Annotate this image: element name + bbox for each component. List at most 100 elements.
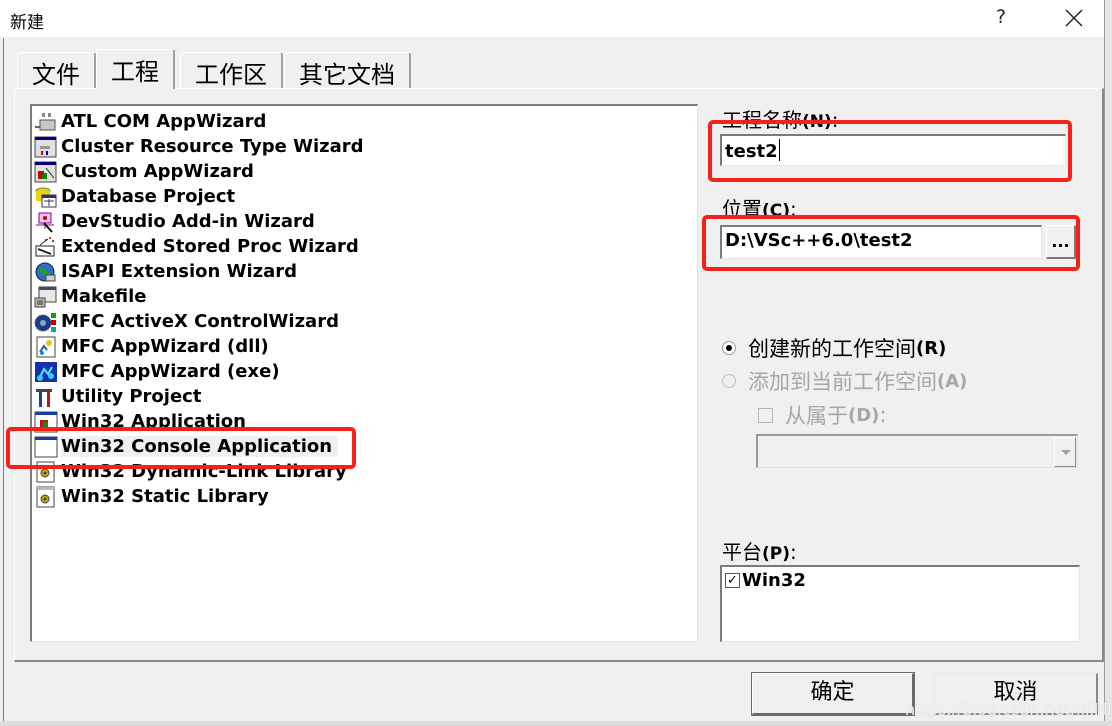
cluster-resource-icon: [34, 136, 58, 158]
project-name-value: test2: [725, 141, 778, 162]
globe-icon: [34, 261, 58, 283]
list-item-label: Extended Stored Proc Wizard: [61, 236, 359, 257]
list-item-atl-com-appwizard[interactable]: ATL COM AppWizard: [34, 109, 266, 134]
list-item-label: Win32 Dynamic-Link Library: [61, 461, 347, 482]
radio-add-to-current-workspace[interactable]: 添加到当前工作空间 (A): [722, 366, 967, 396]
list-item-label: MFC AppWizard (exe): [61, 361, 280, 382]
accelerator-key: (C): [762, 201, 791, 221]
window-right-border: [1104, 0, 1112, 726]
radio-label: 添加到当前工作空间: [748, 370, 937, 394]
list-item-label: Win32 Static Library: [61, 486, 269, 507]
chevron-down-icon[interactable]: [1054, 437, 1076, 467]
list-item-label: DevStudio Add-in Wizard: [61, 211, 315, 232]
accelerator-key: (P): [762, 544, 790, 564]
label-suffix: :: [790, 540, 797, 564]
list-item-mfc-activex-controlwizard[interactable]: MFC ActiveX ControlWizard: [34, 309, 339, 334]
close-icon: [1065, 9, 1083, 27]
list-item-win32-console-application[interactable]: Win32 Console Application: [34, 434, 339, 459]
accelerator-key: (D): [848, 404, 880, 426]
list-item-label: ISAPI Extension Wizard: [61, 261, 298, 282]
list-item-label: Win32 Console Application: [61, 436, 339, 457]
utility-icon: [34, 386, 58, 408]
list-item-label: Win32 Application: [61, 411, 246, 432]
console-window-icon: [34, 436, 58, 458]
tab-projects[interactable]: 工程: [96, 49, 175, 89]
list-item-custom-appwizard[interactable]: Custom AppWizard: [34, 159, 254, 184]
text-caret: [778, 139, 780, 161]
ok-button[interactable]: 确定: [751, 672, 915, 716]
list-item-makefile[interactable]: Makefile: [34, 284, 146, 309]
list-item-extended-stored-proc-wizard[interactable]: Extended Stored Proc Wizard: [34, 234, 359, 259]
label-suffix: :: [790, 197, 797, 221]
label-text: 工程名称: [722, 108, 802, 132]
tab-workspaces[interactable]: 工作区: [180, 52, 283, 89]
list-item-isapi-extension-wizard[interactable]: ISAPI Extension Wizard: [34, 259, 297, 284]
platform-list[interactable]: ✓ Win32: [720, 565, 1080, 642]
platform-item-label: Win32: [742, 570, 806, 591]
list-item-label: Utility Project: [61, 386, 202, 407]
list-item-win32-dynamic-link-library[interactable]: Win32 Dynamic-Link Library: [34, 459, 347, 484]
location-value: D:\VSc++6.0\test2: [725, 230, 913, 251]
static-lib-icon: [34, 486, 58, 508]
list-item-label: ATL COM AppWizard: [61, 111, 267, 132]
list-item-label: Cluster Resource Type Wizard: [61, 136, 364, 157]
location-input[interactable]: D:\VSc++6.0\test2: [720, 225, 1042, 259]
accelerator-key: (N): [802, 112, 832, 132]
project-type-list[interactable]: ATL COM AppWizard Cluster Resource Type …: [30, 104, 698, 642]
dll-icon: [34, 461, 58, 483]
label-text: 位置: [722, 197, 762, 221]
list-item-label: Custom AppWizard: [61, 161, 254, 182]
checkbox-unchecked-icon: [758, 407, 773, 423]
cancel-button[interactable]: 取消: [934, 673, 1098, 715]
database-icon: [34, 186, 58, 208]
win32-app-icon: [34, 411, 58, 433]
list-item-win32-static-library[interactable]: Win32 Static Library: [34, 484, 269, 509]
stored-proc-icon: [34, 236, 58, 258]
help-button[interactable]: ?: [996, 6, 1006, 28]
list-item-label: MFC AppWizard (dll): [61, 336, 269, 357]
checkmark-icon[interactable]: ✓: [725, 573, 740, 588]
label-suffix: :: [879, 403, 887, 427]
accelerator-key: (R): [916, 337, 947, 359]
custom-appwizard-icon: [34, 161, 58, 183]
list-item-devstudio-addin-wizard[interactable]: DevStudio Add-in Wizard: [34, 209, 315, 234]
window-left-border: [3, 38, 4, 726]
checkbox-dependency-of[interactable]: 从属于 (D):: [758, 400, 886, 430]
radio-label: 创建新的工作空间: [748, 337, 916, 361]
list-item-mfc-appwizard-exe[interactable]: MFC AppWizard (exe): [34, 359, 280, 384]
mfc-dll-icon: [34, 336, 58, 358]
browse-button[interactable]: ...: [1046, 225, 1076, 259]
accelerator-key: (A): [937, 370, 968, 392]
list-item-label: Makefile: [61, 286, 147, 307]
project-name-label: 工程名称(N):: [722, 104, 839, 133]
window-bottom-shadow: [0, 721, 1112, 726]
platform-item-win32[interactable]: ✓ Win32: [725, 570, 806, 591]
mfc-exe-icon: [34, 361, 58, 383]
radio-checked-icon: [722, 341, 736, 355]
platform-label: 平台(P):: [722, 536, 797, 565]
radio-unchecked-icon: [722, 374, 736, 388]
list-item-database-project[interactable]: Database Project: [34, 184, 235, 209]
list-item-label: MFC ActiveX ControlWizard: [61, 311, 339, 332]
tab-label: 工作区: [195, 61, 267, 89]
list-item-mfc-appwizard-dll[interactable]: MFC AppWizard (dll): [34, 334, 269, 359]
tab-files[interactable]: 文件: [17, 52, 96, 89]
title-bar: 新建 ?: [0, 0, 1112, 38]
devstudio-addin-icon: [34, 211, 58, 233]
dependency-combobox[interactable]: [756, 434, 1078, 468]
activex-icon: [34, 311, 58, 333]
close-button[interactable]: [1062, 4, 1086, 30]
project-name-input[interactable]: test2: [720, 134, 1066, 166]
tab-label: 工程: [111, 58, 159, 86]
list-item-cluster-resource-type-wizard[interactable]: Cluster Resource Type Wizard: [34, 134, 364, 159]
list-item-label: Database Project: [61, 186, 236, 207]
list-item-win32-application[interactable]: Win32 Application: [34, 409, 246, 434]
tab-label: 其它文档: [299, 61, 395, 89]
label-suffix: :: [831, 108, 839, 132]
tab-other-documents[interactable]: 其它文档: [284, 52, 411, 89]
tab-label: 文件: [32, 61, 80, 89]
list-item-utility-project[interactable]: Utility Project: [34, 384, 201, 409]
radio-create-new-workspace[interactable]: 创建新的工作空间 (R): [722, 333, 946, 363]
label-text: 平台: [722, 540, 762, 564]
location-label: 位置(C):: [722, 193, 797, 222]
